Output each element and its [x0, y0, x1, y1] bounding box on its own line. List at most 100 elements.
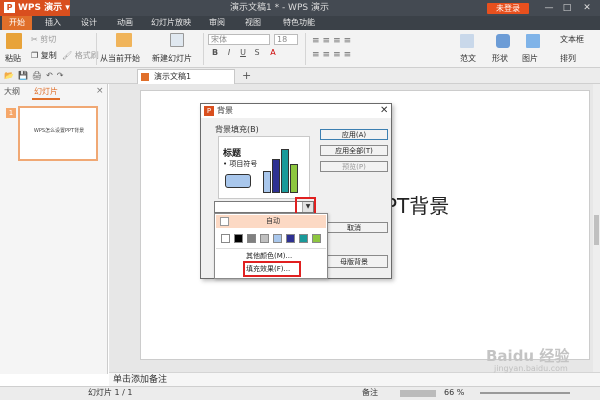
- paragraph-controls[interactable]: ≡≡≡≡: [312, 36, 354, 46]
- color-swatch[interactable]: [273, 234, 282, 243]
- zoom-level: 66 %: [444, 388, 465, 397]
- slide-counter: 幻灯片 1 / 1: [88, 388, 133, 397]
- new-slide-button[interactable]: 新建幻灯片: [152, 53, 192, 64]
- more-colors-option[interactable]: 其他颜色(M)...: [246, 251, 292, 261]
- color-swatch[interactable]: [260, 234, 269, 243]
- maximize-button[interactable]: □: [560, 0, 574, 16]
- format-painter-button[interactable]: 🖌 格式刷: [62, 50, 99, 61]
- view-buttons[interactable]: [400, 390, 436, 397]
- dialog-close-button[interactable]: ✕: [380, 104, 388, 118]
- color-swatch[interactable]: [299, 234, 308, 243]
- notes-area[interactable]: 单击添加备注: [109, 372, 600, 386]
- new-slide-icon: [170, 33, 184, 47]
- alignment-controls[interactable]: ≡≡≡≡: [312, 50, 354, 60]
- quick-access-bar: [0, 68, 600, 84]
- paste-button[interactable]: 粘贴: [5, 53, 21, 64]
- slideshow-icon: [116, 33, 132, 47]
- font-select[interactable]: 宋体: [208, 34, 270, 45]
- ribbon: [0, 30, 600, 68]
- panel-close-button[interactable]: ×: [96, 86, 104, 96]
- auto-color-checkbox[interactable]: [220, 217, 229, 226]
- preview-bar: [281, 149, 289, 193]
- picture-button[interactable]: 图片: [522, 53, 538, 64]
- cut-button[interactable]: ✂ 剪切: [31, 34, 56, 45]
- scrollbar-thumb[interactable]: [594, 215, 599, 245]
- watermark-logo: Baidu 经验: [486, 347, 570, 365]
- copy-label: 复制: [40, 51, 57, 60]
- window-title: 演示文稿1 * - WPS 演示: [230, 3, 329, 13]
- minimize-button[interactable]: —: [542, 0, 556, 16]
- preview-bar: [290, 164, 298, 193]
- scissors-icon: ✂: [31, 35, 38, 44]
- tab-animation[interactable]: 动画: [110, 16, 140, 30]
- tab-view[interactable]: 视图: [238, 16, 268, 30]
- font-size-select[interactable]: 18: [274, 34, 298, 45]
- bold-button[interactable]: B: [210, 48, 220, 58]
- arrange-button[interactable]: 排列: [560, 53, 576, 64]
- tab-slides[interactable]: 幻灯片: [32, 86, 60, 100]
- brush-icon: 🖌: [62, 51, 73, 60]
- ribbon-divider: [305, 33, 306, 65]
- color-swatch[interactable]: [221, 234, 230, 243]
- highlight-box: [243, 261, 301, 277]
- textbox-button[interactable]: 文本框: [560, 34, 584, 45]
- watermark-url: jingyan.baidu.com: [494, 364, 568, 373]
- preview-bar: [263, 171, 271, 193]
- shape-button[interactable]: 形状: [492, 53, 508, 64]
- cut-label: 剪切: [40, 35, 57, 44]
- preview-bullet: • 项目符号: [223, 160, 258, 168]
- zoom-slider[interactable]: [480, 392, 570, 394]
- underline-button[interactable]: U: [238, 48, 248, 58]
- preview-button[interactable]: 预览(P): [320, 161, 388, 172]
- dialog-title: 背景: [217, 106, 233, 115]
- tab-outline[interactable]: 大纲: [4, 86, 20, 98]
- copy-icon: ❐: [31, 51, 39, 60]
- slide-title-text[interactable]: PT背景: [385, 190, 449, 219]
- color-swatch[interactable]: [234, 234, 243, 243]
- notes-toggle[interactable]: 备注: [362, 386, 378, 400]
- preview-bar: [272, 159, 280, 193]
- add-tab-button[interactable]: +: [242, 69, 251, 83]
- from-current-button[interactable]: 从当前开始: [100, 53, 140, 64]
- font-color-button[interactable]: A: [268, 48, 278, 58]
- ribbon-divider: [96, 33, 97, 65]
- tab-home[interactable]: 开始: [2, 16, 32, 30]
- tab-review[interactable]: 审阅: [202, 16, 232, 30]
- shape-icon: [496, 34, 510, 48]
- color-swatch[interactable]: [247, 234, 256, 243]
- master-background-button[interactable]: 母版背景: [320, 255, 388, 268]
- ribbon-divider: [203, 33, 204, 65]
- app-label: WPS 演示: [18, 3, 63, 13]
- close-button[interactable]: ✕: [580, 0, 594, 16]
- thumbnail-number: 1: [6, 108, 16, 118]
- auto-color-label: 自动: [266, 217, 280, 225]
- shadow-button[interactable]: S: [252, 48, 262, 58]
- template-button[interactable]: 范文: [460, 53, 476, 64]
- document-tab[interactable]: 演示文稿1: [137, 69, 235, 84]
- picture-icon: [526, 34, 540, 48]
- color-swatch[interactable]: [286, 234, 295, 243]
- presentation-icon: [141, 73, 149, 81]
- wps-logo-icon: P: [204, 106, 214, 116]
- fill-label: 背景填充(B): [215, 125, 259, 134]
- wps-logo-icon: P: [4, 2, 15, 13]
- app-menu-button[interactable]: P WPS 演示 ▾: [0, 0, 70, 16]
- preview-title: 标题: [223, 149, 242, 159]
- tab-insert[interactable]: 插入: [38, 16, 68, 30]
- color-swatch[interactable]: [312, 234, 321, 243]
- login-button[interactable]: 未登录: [487, 3, 529, 14]
- tab-design[interactable]: 设计: [74, 16, 104, 30]
- quick-access-icons[interactable]: 📂💾🖨↶↷: [4, 71, 67, 80]
- tab-slideshow[interactable]: 幻灯片放映: [146, 16, 196, 30]
- apply-all-button[interactable]: 应用全部(T): [320, 145, 388, 156]
- template-icon: [460, 34, 474, 48]
- dropdown-divider: [216, 248, 326, 249]
- tab-features[interactable]: 特色功能: [274, 16, 324, 30]
- copy-button[interactable]: ❐ 复制: [31, 50, 57, 61]
- preview-shape: [225, 174, 251, 188]
- paste-icon: [6, 33, 22, 49]
- cancel-button[interactable]: 取消: [320, 222, 388, 233]
- thumbnail-text: WPS怎么设置PPT背景: [33, 128, 85, 134]
- apply-button[interactable]: 应用(A): [320, 129, 388, 140]
- italic-button[interactable]: I: [224, 48, 234, 58]
